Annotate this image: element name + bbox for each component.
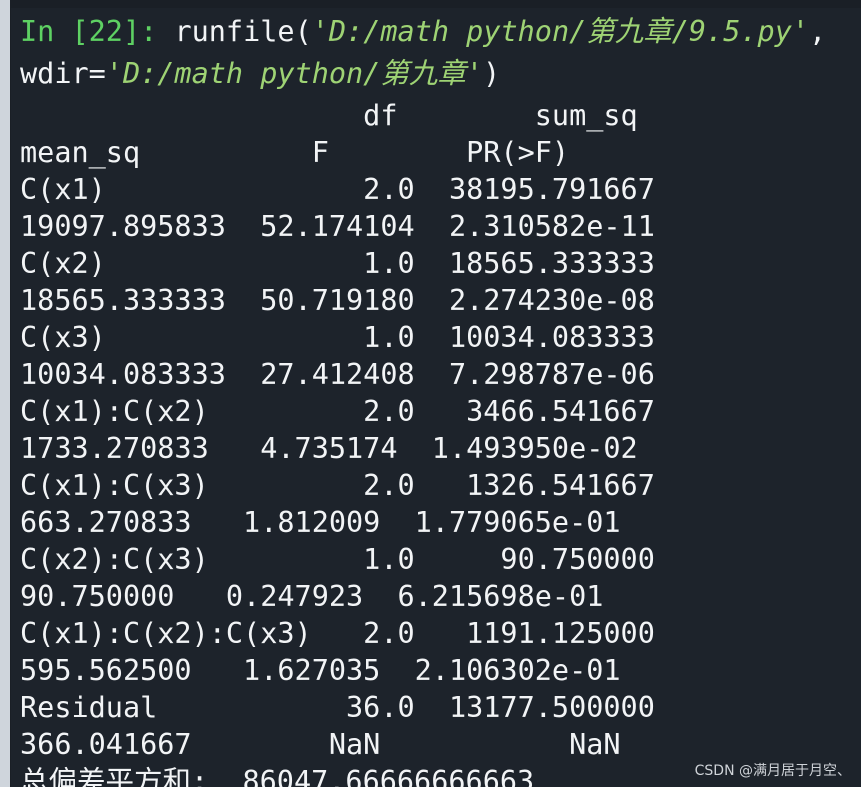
- input-prompt-line: In [22]: runfile('D:/math python/第九章/9.5…: [20, 13, 826, 50]
- prompt-label: In: [20, 15, 72, 48]
- command-close-paren: ): [483, 57, 501, 90]
- output-line: 366.041667 NaN NaN: [20, 728, 621, 761]
- command-continuation-line: wdir='D:/math python/第九章'): [20, 55, 500, 92]
- prompt-number: [22]: [71, 15, 141, 48]
- command-comma: ,: [809, 15, 827, 48]
- ipython-console-window: In [22]: runfile('D:/math python/第九章/9.5…: [0, 0, 861, 787]
- wdir-key: wdir=: [20, 57, 106, 90]
- output-line: 663.270833 1.812009 1.779065e-01: [20, 506, 621, 539]
- output-line: C(x1) 2.0 38195.791667: [20, 173, 655, 206]
- output-line: mean_sq F PR(>F): [20, 136, 570, 169]
- output-line: 总偏差平方和: 86047.66666666663: [20, 765, 535, 787]
- csdn-watermark: CSDN @满月居于月空、: [694, 763, 851, 779]
- output-line: df sum_sq: [20, 99, 638, 132]
- console-output-area[interactable]: In [22]: runfile('D:/math python/第九章/9.5…: [11, 8, 861, 787]
- output-line: 90.750000 0.247923 6.215698e-01: [20, 580, 604, 613]
- output-line: 18565.333333 50.719180 2.274230e-08: [20, 284, 655, 317]
- output-line: 595.562500 1.627035 2.106302e-01: [20, 654, 621, 687]
- output-line: C(x2):C(x3) 1.0 90.750000: [20, 543, 655, 576]
- output-line: C(x1):C(x2) 2.0 3466.541667: [20, 395, 655, 428]
- output-line: 1733.270833 4.735174 1.493950e-02: [20, 432, 638, 465]
- command-file-arg: 'D:/math python/第九章/9.5.py': [311, 15, 810, 48]
- output-line: C(x2) 1.0 18565.333333: [20, 247, 655, 280]
- command-function: runfile(: [157, 15, 312, 48]
- output-line: 19097.895833 52.174104 2.310582e-11: [20, 210, 655, 243]
- prompt-colon: :: [140, 15, 158, 48]
- output-line: 10034.083333 27.412408 7.298787e-06: [20, 358, 655, 391]
- wdir-value: 'D:/math python/第九章': [105, 57, 483, 90]
- output-line: C(x1):C(x3) 2.0 1326.541667: [20, 469, 655, 502]
- output-line: Residual 36.0 13177.500000: [20, 691, 655, 724]
- output-line: C(x3) 1.0 10034.083333: [20, 321, 655, 354]
- output-line: C(x1):C(x2):C(x3) 2.0 1191.125000: [20, 617, 655, 650]
- window-left-border: [0, 0, 10, 787]
